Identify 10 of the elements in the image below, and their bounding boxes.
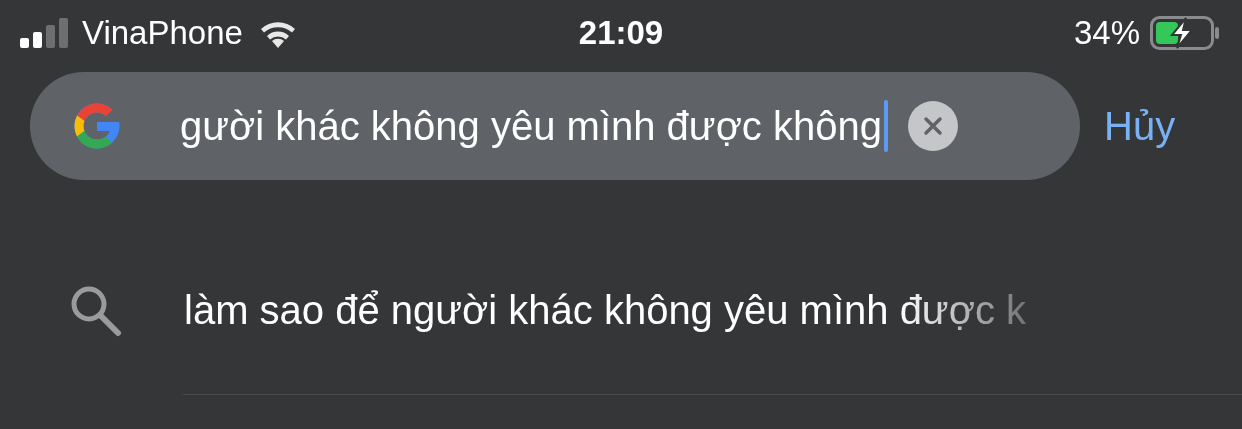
clock-time: 21:09: [578, 14, 664, 52]
close-icon: [923, 116, 943, 136]
cancel-button[interactable]: Hủy: [1104, 103, 1176, 149]
search-bar[interactable]: gười khác không yêu mình được không: [30, 72, 1080, 180]
search-field[interactable]: gười khác không yêu mình được không: [180, 103, 880, 149]
battery-percentage: 34%: [1073, 14, 1140, 52]
suggestion-item[interactable]: làm sao để người khác không yêu mình được k: [184, 287, 1026, 333]
text-cursor: [884, 100, 888, 152]
clear-button[interactable]: [908, 101, 958, 151]
carrier-name: VinaPhone: [82, 14, 243, 52]
